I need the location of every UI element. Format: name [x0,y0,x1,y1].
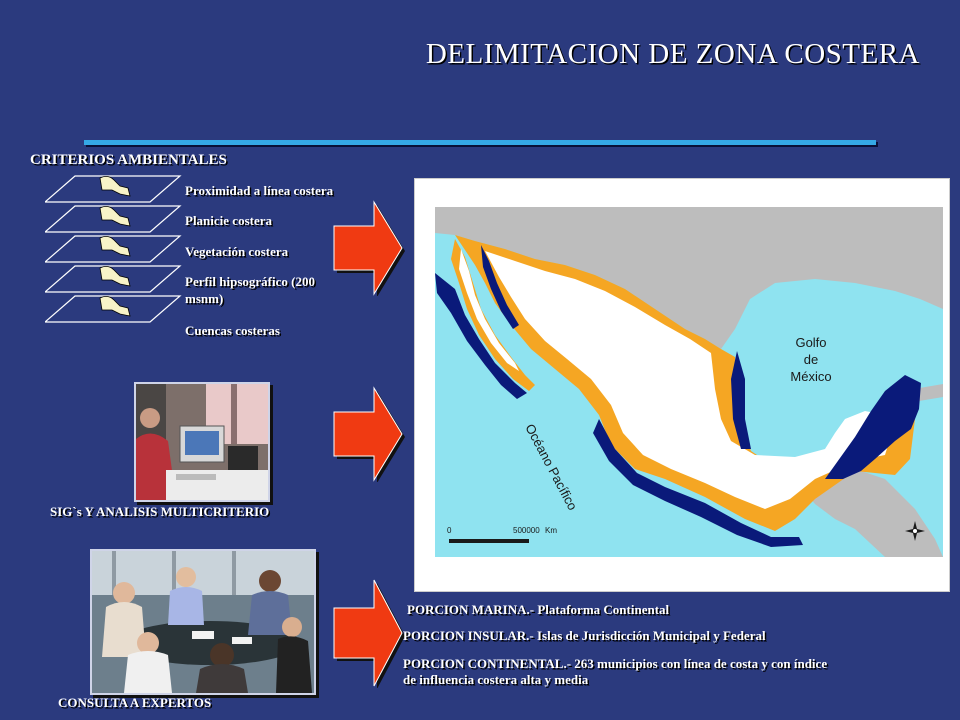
scale-end: 500000 [513,526,540,535]
expert-consultation-photo [90,549,316,695]
gulf-label-line3: México [790,369,831,384]
criterion-coast-proximity: Proximidad a línea costera [185,183,334,198]
portion-continental: PORCION CONTINENTAL.- 263 municipios con… [403,656,828,687]
criteria-heading: CRITERIOS AMBIENTALES [30,152,227,168]
criterion-coastal-vegetation: Vegetación costera [185,244,289,259]
mexico-coastal-zone-map: Golfo de México Océano Pacífico 0 500000… [414,178,950,592]
criterion-coastal-plain: Planicie costera [185,213,272,228]
criterion-coastal-basins: Cuencas costeras [185,323,280,338]
scale-bar [449,539,529,543]
gis-caption: SIG`s Y ANALISIS MULTICRITERIO [50,504,270,519]
map-layer-icon [45,175,182,203]
right-arrow-icon [333,200,405,296]
gulf-label-line2: de [804,352,818,367]
map-layer-icon [45,235,182,263]
map-layer-icon [45,205,182,233]
portion-marine: PORCION MARINA.- Plataforma Continental [407,602,670,617]
scale-unit: Km [545,526,557,535]
map-canvas: Golfo de México Océano Pacífico 0 500000… [435,207,943,557]
map-layer-icon [45,295,182,323]
map-layer-icon [45,265,182,293]
right-arrow-icon [333,579,405,688]
gulf-label-line1: Golfo [795,335,826,350]
map-layer-stack [45,175,182,323]
right-arrow-icon [333,386,405,482]
gis-analysis-photo [134,382,270,502]
experts-caption: CONSULTA A EXPERTOS [58,695,212,710]
scale-start: 0 [447,526,452,535]
portion-insular: PORCION INSULAR.- Islas de Jurisdicción … [403,628,766,643]
title-underline [84,140,876,145]
slide-title: DELIMITACION DE ZONA COSTERA [425,38,920,70]
